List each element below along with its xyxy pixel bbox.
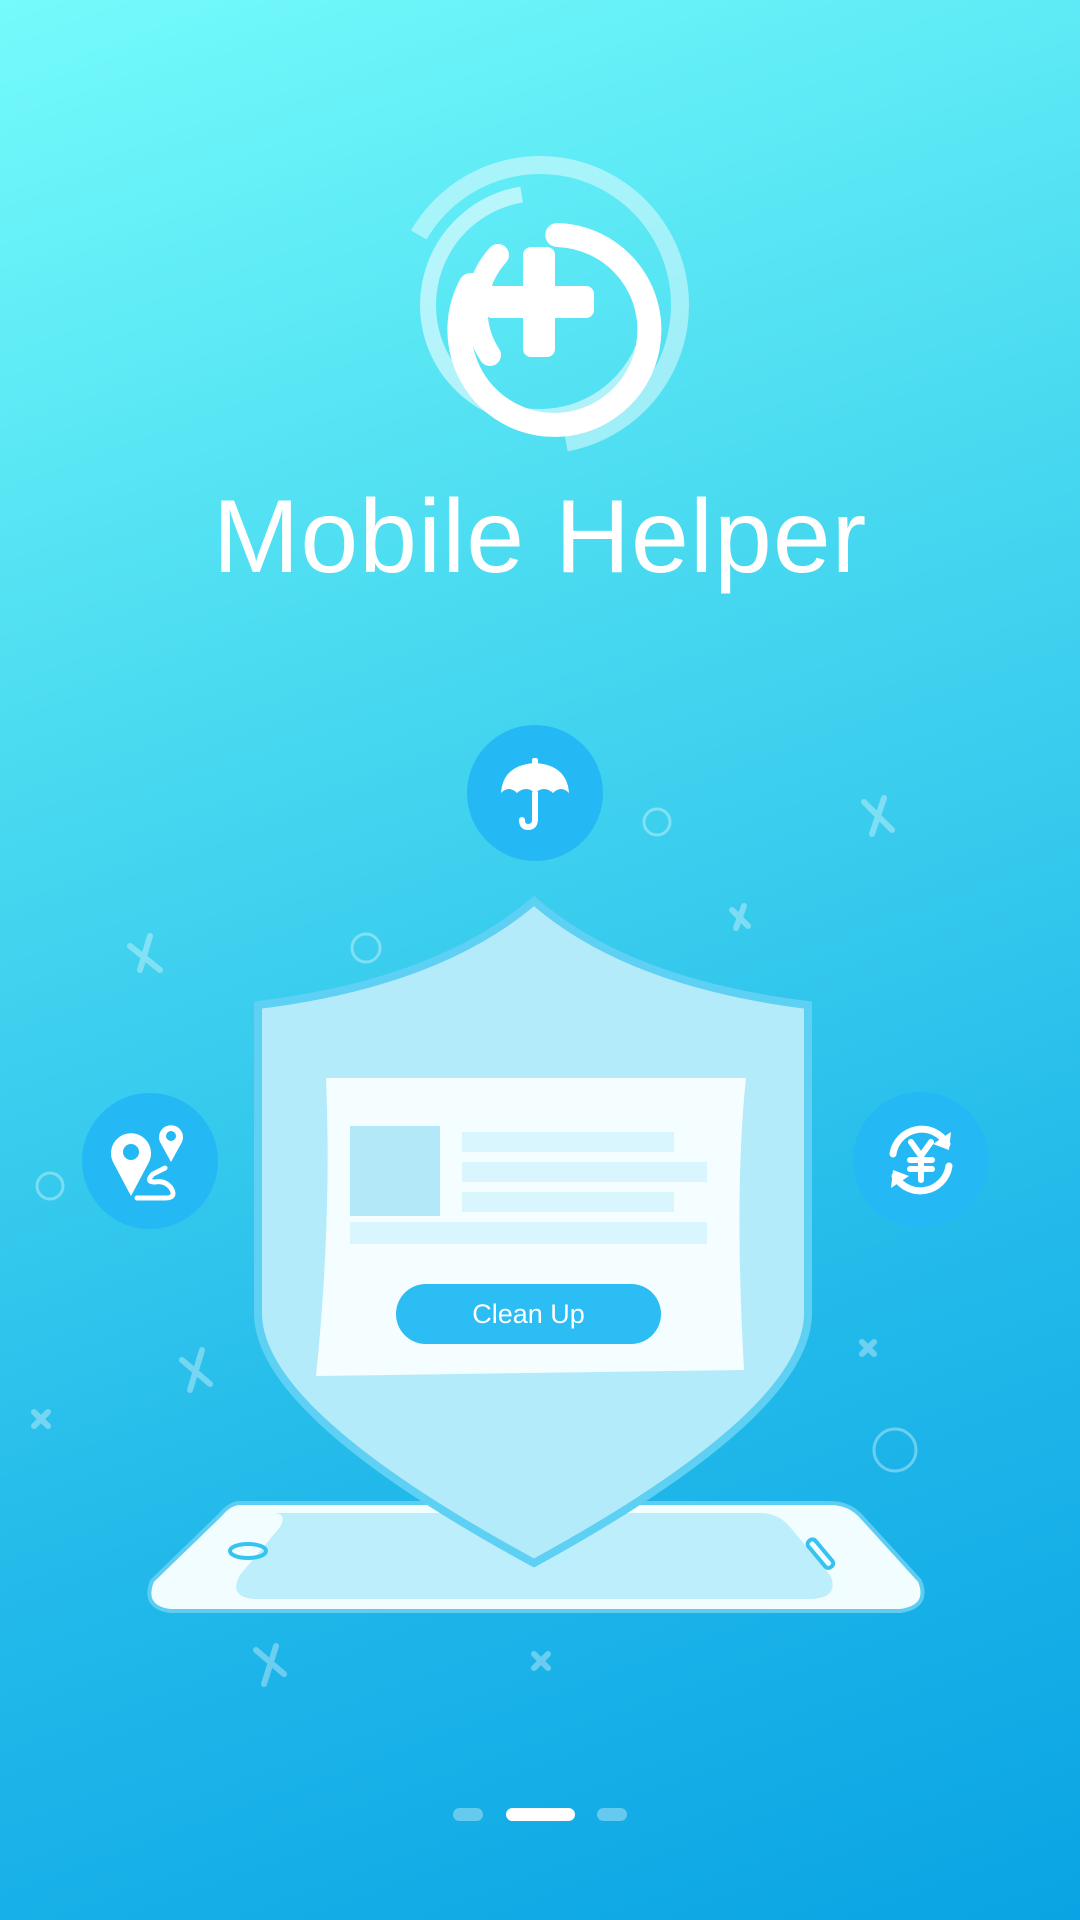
clean-up-button[interactable]: Clean Up bbox=[396, 1284, 661, 1344]
app-logo bbox=[391, 156, 689, 454]
umbrella-icon bbox=[501, 758, 569, 831]
umbrella-feature-button[interactable] bbox=[467, 725, 603, 861]
page-indicator-2-active bbox=[506, 1808, 575, 1821]
page-indicator-1 bbox=[453, 1808, 483, 1821]
app-title: Mobile Helper bbox=[212, 479, 868, 595]
page-indicator-3 bbox=[597, 1808, 627, 1821]
image-placeholder bbox=[350, 1126, 440, 1216]
yuan-exchange-icon bbox=[889, 1125, 953, 1195]
exchange-feature-button[interactable] bbox=[853, 1092, 989, 1228]
location-route-icon bbox=[111, 1125, 183, 1201]
location-feature-button[interactable] bbox=[82, 1093, 218, 1229]
